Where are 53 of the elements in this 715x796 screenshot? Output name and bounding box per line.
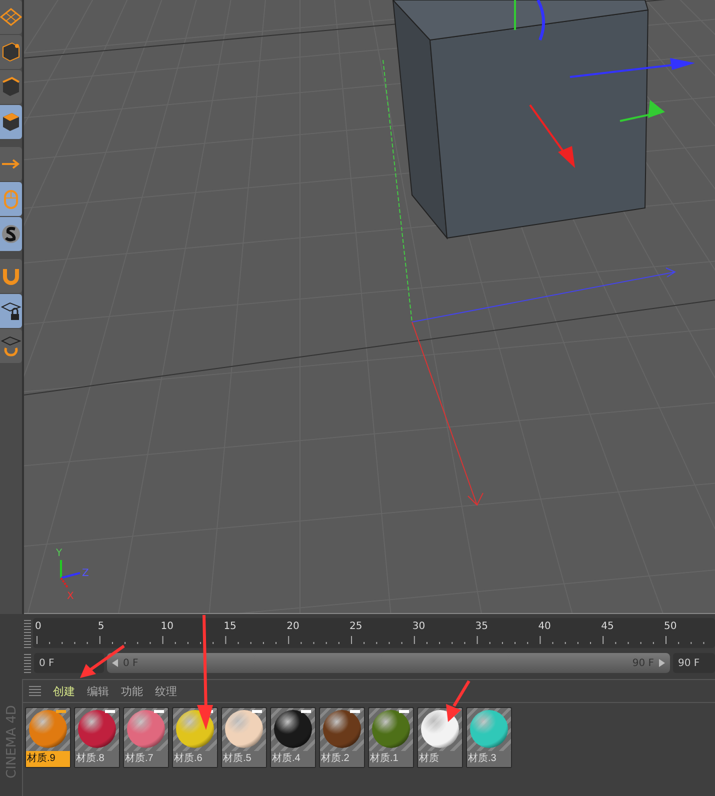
material-swatch[interactable]: 材质.6	[172, 707, 218, 768]
axis-gizmo-drawing	[60, 560, 80, 589]
right-arrow-icon[interactable]	[658, 659, 666, 667]
frame-number: 15	[224, 621, 236, 632]
tool-button[interactable]	[0, 329, 22, 363]
axis-label: Z	[82, 568, 89, 579]
material-swatch[interactable]: 材质.7	[123, 707, 169, 768]
menu-item[interactable]: 创建	[53, 684, 75, 698]
tool-button[interactable]	[0, 70, 22, 104]
frame-range-slider[interactable]: 0 F 90 F	[107, 653, 670, 673]
axis-label: X	[67, 591, 74, 602]
tool-button[interactable]	[0, 294, 22, 328]
annotation-arrow	[446, 680, 470, 722]
material-swatch[interactable]: 材质.8	[74, 707, 120, 768]
frame-number: 5	[98, 621, 104, 632]
frame-number: 30	[412, 621, 426, 632]
frame-number: 45	[601, 621, 614, 632]
lock-grid-icon	[0, 300, 22, 322]
frame-number: 40	[538, 621, 551, 632]
polygons-icon	[0, 111, 22, 133]
material-swatch[interactable]: 材质.2	[319, 707, 365, 768]
frame-number: 35	[475, 621, 488, 632]
material-swatch[interactable]: 材质.3	[466, 707, 512, 768]
menu-item[interactable]: 编辑	[87, 684, 109, 698]
grip-handle[interactable]	[24, 653, 31, 673]
tool-button[interactable]	[0, 35, 22, 69]
edges-icon	[0, 76, 22, 98]
snap-icon	[0, 223, 22, 245]
annotation-arrow	[80, 644, 125, 678]
tool-button[interactable]	[0, 105, 22, 139]
axis-label: Y	[56, 548, 62, 559]
frame-number: 20	[286, 621, 300, 632]
left-arrow-icon[interactable]	[111, 659, 119, 667]
frame-number: 0	[35, 621, 42, 632]
material-swatch[interactable]: 材质.4	[270, 707, 316, 768]
menu-item[interactable]: 纹理	[155, 684, 177, 698]
menu-item[interactable]: 功能	[121, 684, 143, 698]
material-swatch[interactable]: 材质.9	[25, 707, 71, 768]
material-swatch[interactable]: 材质.5	[221, 707, 267, 768]
cube-drawing[interactable]	[392, 0, 649, 240]
material-swatch[interactable]: 材质	[417, 707, 463, 768]
material-swatch[interactable]: 材质.1	[368, 707, 414, 768]
sync-grid-icon	[0, 335, 22, 357]
grip-handle[interactable]	[24, 618, 31, 648]
timeline-ruler[interactable]: 0 5 10 15 20 25 30 35 40 45 50	[33, 618, 715, 648]
current-frame-field[interactable]: 0 F	[34, 653, 104, 673]
frame-number: 10	[160, 621, 174, 632]
frame-number: 50	[664, 621, 677, 632]
points-icon	[0, 41, 22, 63]
grid-icon	[0, 6, 22, 28]
frame-number: 25	[350, 621, 362, 632]
tool-button[interactable]	[0, 217, 22, 251]
max-frame-field[interactable]: 90 F	[673, 653, 715, 673]
